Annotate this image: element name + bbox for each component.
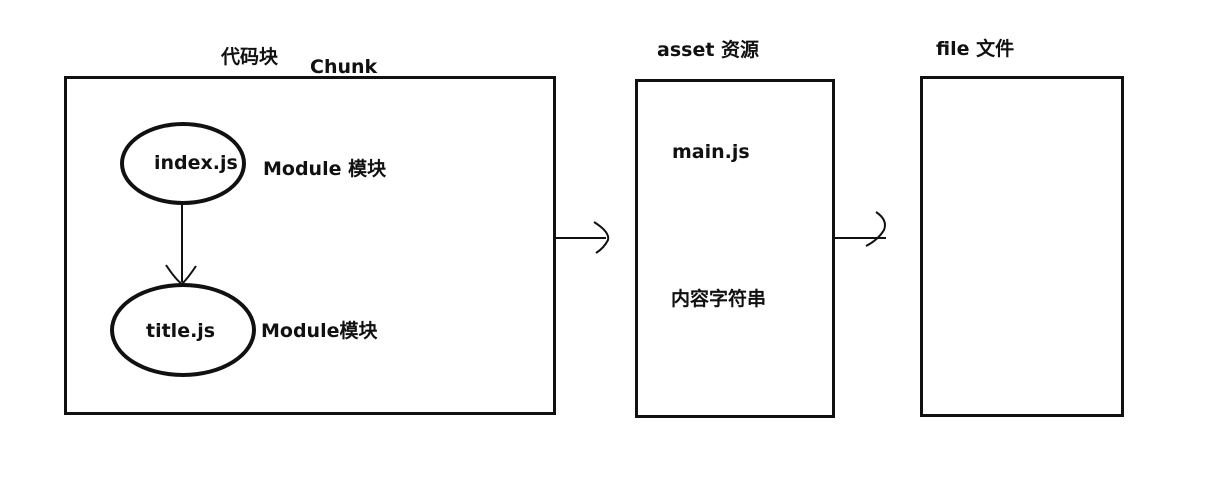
file-box [920, 76, 1124, 417]
asset-title: asset 资源 [657, 39, 760, 61]
chunk-title-en: Chunk [310, 56, 378, 78]
asset-box [635, 79, 835, 418]
module-title-name: title.js [146, 320, 216, 342]
chunk-title-cn: 代码块 [221, 46, 279, 68]
module-title-label: Module模块 [261, 320, 378, 342]
module-index-name: index.js [154, 152, 238, 174]
file-title: file 文件 [936, 38, 1015, 60]
asset-content: 内容字符串 [671, 288, 767, 310]
asset-to-file-arrowhead [865, 211, 886, 247]
diagram-canvas: 代码块 Chunk index.js Module 模块 title.js Mo… [0, 0, 1225, 496]
asset-file-name: main.js [672, 141, 750, 163]
module-index-label: Module 模块 [263, 158, 387, 180]
